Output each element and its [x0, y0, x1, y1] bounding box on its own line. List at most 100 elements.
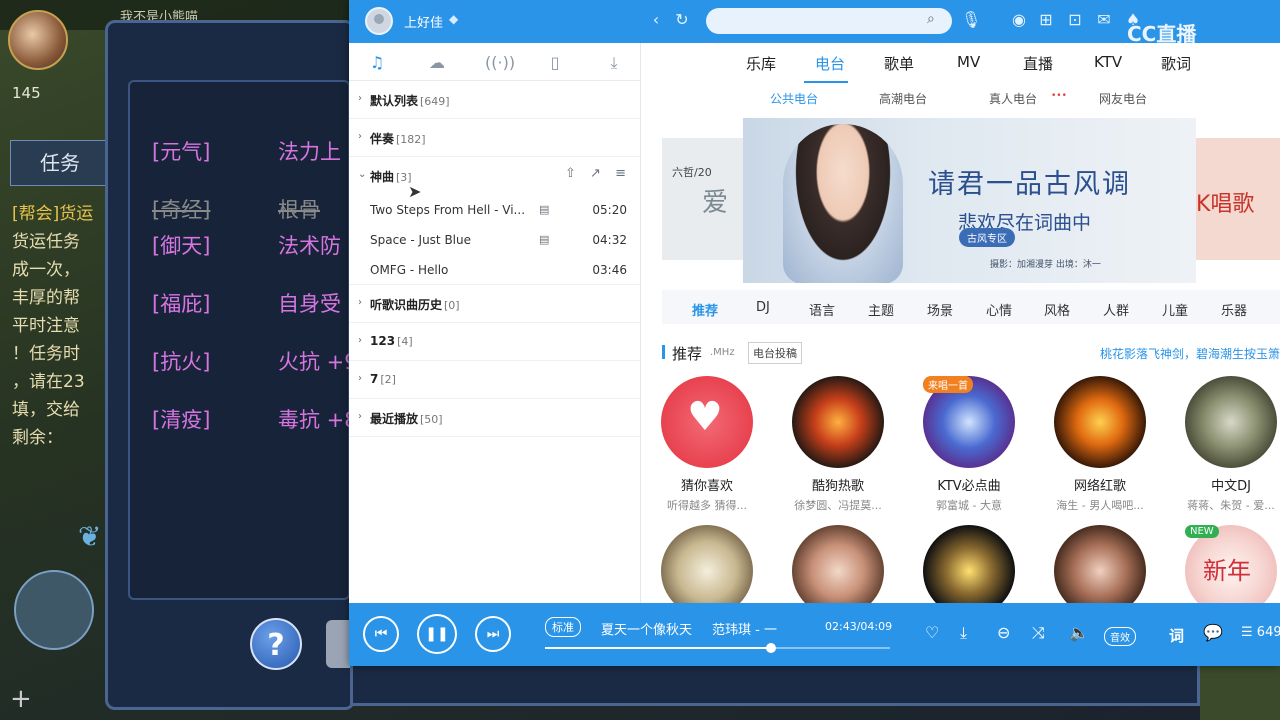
station-cover[interactable]	[792, 376, 884, 468]
upload-icon[interactable]: ⇧	[565, 166, 576, 181]
back-icon[interactable]: ‹	[646, 10, 666, 30]
record-icon[interactable]: ◉	[1009, 10, 1029, 30]
subtab-live-radio[interactable]: 真人电台	[989, 90, 1037, 107]
progress-knob[interactable]	[766, 643, 777, 653]
menu-icon[interactable]: ≡	[615, 166, 626, 181]
station-card[interactable]: 网络红歌 海生 - 男人喝吧...	[1050, 376, 1150, 513]
search-icon[interactable]: ⌕	[927, 11, 935, 27]
playlist-group[interactable]: › 默认列表 [649]	[349, 81, 640, 119]
search-input[interactable]	[706, 8, 952, 34]
station-cover[interactable]	[1185, 376, 1277, 468]
playlist-group[interactable]: › 听歌识曲历史 [0]	[349, 285, 640, 323]
song-row[interactable]: Space - Just Blue ▤ 04:32	[349, 225, 640, 255]
station-card[interactable]	[1050, 525, 1150, 603]
playlist-group[interactable]: › 伴奏 [182]	[349, 119, 640, 157]
station-cover[interactable]	[923, 525, 1015, 603]
quality-selector[interactable]: 标准	[545, 617, 581, 637]
category-language[interactable]: 语言	[809, 300, 835, 319]
station-cover[interactable]: 来唱一首	[923, 376, 1015, 468]
banner-main[interactable]: 请君一品古风调 悲欢尽在词曲中 古风专区 摄影：加湘漫芽 出境：沐一	[743, 118, 1196, 283]
share-icon[interactable]: ↗	[590, 166, 601, 181]
game-avatar[interactable]	[8, 10, 68, 70]
station-card[interactable]: NEW 新年	[1181, 525, 1280, 603]
cloud-icon[interactable]: ☁	[426, 52, 448, 74]
microphone-icon[interactable]: 🎙	[961, 10, 981, 30]
tab-radio[interactable]: 电台	[815, 53, 845, 74]
song-row[interactable]: Two Steps From Hell - Vi... ▤ 05:20	[349, 195, 640, 225]
comment-icon[interactable]: 💬	[1203, 623, 1223, 643]
song-row[interactable]: OMFG - Hello 03:46	[349, 255, 640, 285]
game-icon[interactable]: ⊡	[1065, 10, 1085, 30]
tab-mv[interactable]: MV	[957, 53, 980, 71]
station-cover[interactable]: ♥	[661, 376, 753, 468]
playlist-count-button[interactable]: ☰ 649	[1241, 625, 1280, 640]
download-icon[interactable]: ⤓	[603, 52, 625, 74]
mail-icon[interactable]: ✉	[1094, 10, 1114, 30]
pause-icon[interactable]: ❚❚	[417, 614, 457, 654]
mv-icon[interactable]: ▤	[539, 203, 549, 216]
recommend-link[interactable]: 桃花影落飞神剑，碧海潮生按玉箫	[1100, 345, 1280, 362]
plus-icon[interactable]: +	[10, 684, 32, 714]
game-task-tab[interactable]: 任务	[10, 140, 110, 186]
station-card[interactable]: 来唱一首 KTV必点曲 郭富城 - 大意	[919, 376, 1019, 513]
now-playing-artist[interactable]: 范玮琪 - 一	[712, 619, 777, 638]
user-avatar[interactable]	[365, 7, 393, 35]
playlist-group[interactable]: ⌄ 神曲 [3] ⇧ ↗ ≡	[349, 157, 640, 195]
station-card[interactable]: 中文DJ 蒋蒋、朱贺 - 爱...	[1181, 376, 1280, 513]
now-playing-title[interactable]: 夏天一个像秋天	[601, 619, 692, 638]
joystick-icon[interactable]	[14, 570, 94, 650]
category-style[interactable]: 风格	[1044, 300, 1070, 319]
diamond-icon[interactable]: ◆	[449, 12, 458, 26]
banner-prev[interactable]: 六哲/20 爱	[662, 138, 746, 260]
station-cover[interactable]	[1054, 525, 1146, 603]
category-kids[interactable]: 儿童	[1162, 300, 1188, 319]
mv-icon[interactable]: ▤	[539, 233, 549, 246]
game-help-button[interactable]: ?	[250, 618, 302, 670]
station-cover[interactable]	[1054, 376, 1146, 468]
playlist-group[interactable]: › 最近播放 [50]	[349, 399, 640, 437]
station-card[interactable]: ♥ 猜你喜欢 听得越多 猜得...	[657, 376, 757, 513]
station-cover[interactable]	[792, 525, 884, 603]
subtab-public-radio[interactable]: 公共电台	[770, 90, 818, 107]
station-card[interactable]	[919, 525, 1019, 603]
tab-lyrics[interactable]: 歌词	[1161, 53, 1191, 74]
apps-icon[interactable]: ⊞	[1036, 10, 1056, 30]
banner-next[interactable]: K唱歌	[1196, 138, 1280, 260]
station-card[interactable]: 酷狗热歌 徐梦圆、冯提莫...	[788, 376, 888, 513]
station-card[interactable]	[788, 525, 888, 603]
category-theme[interactable]: 主题	[868, 300, 894, 319]
subtab-user-radio[interactable]: 网友电台	[1099, 90, 1147, 107]
category-crowd[interactable]: 人群	[1103, 300, 1129, 319]
user-name[interactable]: 上好佳	[404, 12, 443, 31]
category-instruments[interactable]: 乐器	[1221, 300, 1247, 319]
station-cover[interactable]	[661, 525, 753, 603]
subtab-climax-radio[interactable]: 高潮电台	[879, 90, 927, 107]
shuffle-icon[interactable]: ⤨	[1032, 623, 1045, 643]
previous-icon[interactable]: ⏮	[363, 616, 399, 652]
playlist-group[interactable]: › 123 [4]	[349, 323, 640, 361]
category-mood[interactable]: 心情	[986, 300, 1012, 319]
category-recommend[interactable]: 推荐	[692, 300, 718, 319]
refresh-icon[interactable]: ↻	[672, 10, 692, 30]
music-note-icon[interactable]: ♫	[366, 52, 388, 74]
next-icon[interactable]: ⏭	[475, 616, 511, 652]
category-scene[interactable]: 场景	[927, 300, 953, 319]
submit-station-button[interactable]: 电台投稿	[748, 342, 802, 364]
station-card[interactable]	[657, 525, 757, 603]
download-icon[interactable]: ⤓	[960, 623, 967, 643]
device-icon[interactable]: ▯	[544, 52, 566, 74]
tab-library[interactable]: 乐库	[746, 53, 776, 74]
category-dj[interactable]: DJ	[756, 300, 770, 315]
sound-effect-button[interactable]: 音效	[1104, 627, 1136, 646]
lyrics-button[interactable]: 词	[1169, 625, 1184, 646]
tab-ktv[interactable]: KTV	[1094, 53, 1122, 71]
station-cover[interactable]: NEW 新年	[1185, 525, 1277, 603]
tab-live[interactable]: 直播	[1023, 53, 1053, 74]
playlist-group[interactable]: › 7 [2]	[349, 361, 640, 399]
favorite-icon[interactable]: ♡	[925, 623, 939, 643]
banner-pagination[interactable]	[855, 271, 1076, 283]
radio-icon[interactable]: ((·))	[485, 52, 515, 74]
tab-playlists[interactable]: 歌单	[884, 53, 914, 74]
volume-icon[interactable]: 🔈	[1069, 623, 1089, 643]
minus-circle-icon[interactable]: ⊖	[997, 623, 1010, 643]
